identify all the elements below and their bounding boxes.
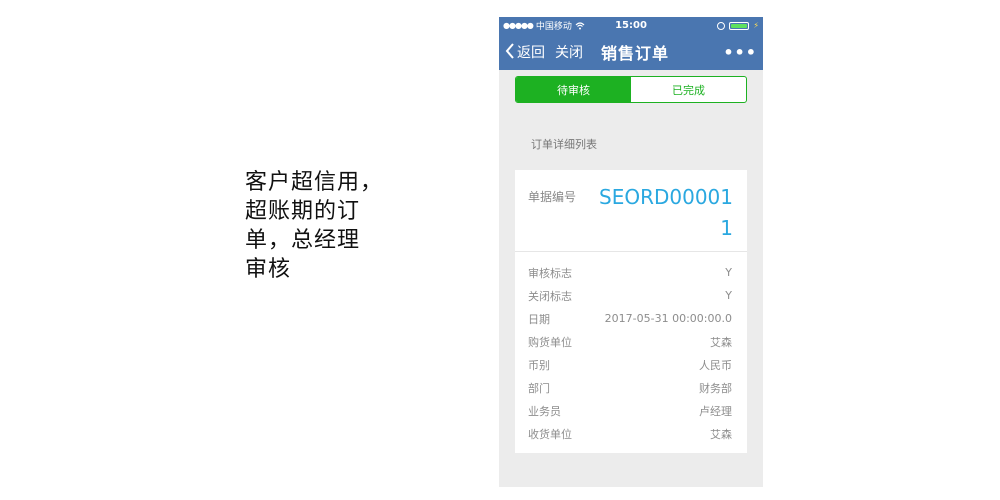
page-title: 销售订单 bbox=[601, 44, 670, 63]
charging-icon: ⚡ bbox=[753, 21, 759, 30]
field-row-department: 部门 财务部 bbox=[528, 376, 732, 399]
annotation-caption: 客户超信用， 超账期的订 单，总经理 审核 bbox=[245, 170, 384, 282]
back-button[interactable]: 返回 bbox=[517, 42, 545, 62]
field-label: 审核标志 bbox=[528, 266, 572, 280]
order-card[interactable]: 单据编号 SEORD000011 审核标志 Y 关闭标志 Y 日期 2017-0… bbox=[515, 170, 747, 453]
field-label: 收货单位 bbox=[528, 427, 572, 441]
field-row-audit-flag: 审核标志 Y bbox=[528, 261, 732, 284]
field-label: 部门 bbox=[528, 381, 550, 395]
status-right: ⚡ bbox=[717, 21, 759, 30]
more-icon[interactable]: ••• bbox=[723, 43, 757, 62]
lock-icon bbox=[717, 21, 726, 30]
field-label: 币别 bbox=[528, 358, 550, 372]
section-label: 订单详细列表 bbox=[531, 138, 597, 151]
field-value: 艾森 bbox=[710, 427, 732, 441]
field-value: 财务部 bbox=[699, 381, 732, 395]
field-value: Y bbox=[725, 289, 732, 302]
field-row-receiver: 收货单位 艾森 bbox=[528, 422, 732, 445]
back-chevron-icon[interactable] bbox=[505, 43, 515, 59]
field-label: 日期 bbox=[528, 312, 550, 326]
status-bar: ●●●●● 中国移动 15:00 ⚡ bbox=[499, 17, 763, 34]
carrier-label: 中国移动 bbox=[535, 22, 572, 32]
order-field-list: 审核标志 Y 关闭标志 Y 日期 2017-05-31 00:00:00.0 购… bbox=[515, 252, 747, 445]
wifi-icon bbox=[575, 21, 585, 29]
tab-pending[interactable]: 待审核 bbox=[516, 77, 631, 102]
field-label: 业务员 bbox=[528, 404, 561, 418]
field-value: 人民币 bbox=[699, 358, 732, 372]
signal-icon: ●●●●● bbox=[503, 21, 534, 30]
status-tabs: 待审核 已完成 bbox=[515, 76, 747, 103]
close-button[interactable]: 关闭 bbox=[555, 42, 583, 62]
phone-screen: ●●●●● 中国移动 15:00 ⚡ 返回 关闭 销售订单 ••• 待审核 已完… bbox=[499, 17, 763, 487]
order-number-label: 单据编号 bbox=[528, 190, 577, 204]
status-left: ●●●●● 中国移动 bbox=[503, 19, 585, 32]
field-value: 2017-05-31 00:00:00.0 bbox=[604, 312, 732, 325]
field-label: 关闭标志 bbox=[528, 289, 572, 303]
nav-bar: 返回 关闭 销售订单 ••• bbox=[499, 34, 763, 70]
field-row-salesperson: 业务员 卢经理 bbox=[528, 399, 732, 422]
field-row-buyer: 购货单位 艾森 bbox=[528, 330, 732, 353]
field-label: 购货单位 bbox=[528, 335, 572, 349]
field-row-currency: 币别 人民币 bbox=[528, 353, 732, 376]
order-number-row: 单据编号 SEORD000011 bbox=[515, 170, 747, 252]
field-row-date: 日期 2017-05-31 00:00:00.0 bbox=[528, 307, 732, 330]
order-number-value: SEORD000011 bbox=[599, 185, 733, 240]
field-value: 艾森 bbox=[710, 335, 732, 349]
field-row-close-flag: 关闭标志 Y bbox=[528, 284, 732, 307]
field-value: 卢经理 bbox=[699, 404, 732, 418]
tab-completed[interactable]: 已完成 bbox=[631, 77, 746, 102]
field-value: Y bbox=[725, 266, 732, 279]
battery-icon bbox=[729, 21, 750, 30]
